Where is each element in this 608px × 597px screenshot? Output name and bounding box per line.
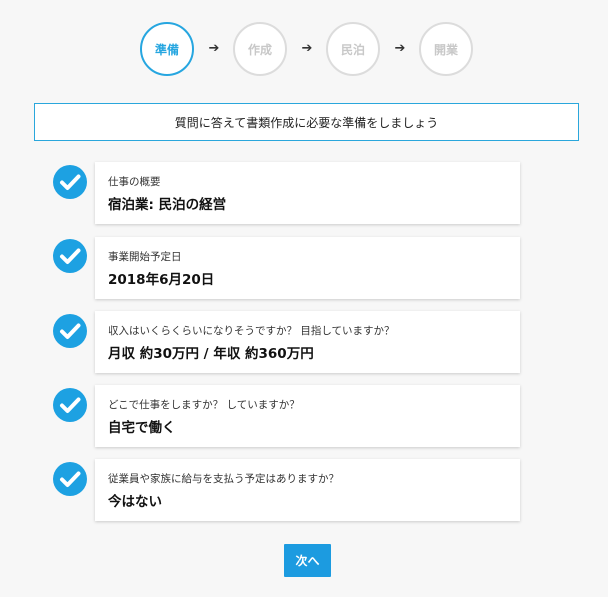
answer-card[interactable]: 仕事の概要 宿泊業: 民泊の経営 (95, 162, 520, 224)
question-text: どこで仕事をしますか？ していますか？ (108, 399, 300, 411)
arrow-right-icon: ➔ (394, 41, 406, 56)
check-circle-icon (53, 239, 87, 273)
check-circle-icon (53, 388, 87, 422)
answer-card[interactable]: 従業員や家族に給与を支払う予定はありますか？ 今はない (95, 459, 520, 521)
question-text: 従業員や家族に給与を支払う予定はありますか？ (108, 473, 339, 485)
instruction-banner: 質問に答えて書類作成に必要な準備をしましょう (34, 103, 579, 141)
answer-text: 宿泊業: 民泊の経営 (108, 197, 227, 213)
step-create: 作成 (233, 22, 287, 76)
question-text: 事業開始予定日 (108, 251, 182, 263)
step-label: 開業 (433, 42, 458, 57)
answer-row: 従業員や家族に給与を支払う予定はありますか？ 今はない (0, 459, 608, 523)
next-button[interactable]: 次へ (284, 544, 331, 577)
question-text: 仕事の概要 (108, 176, 161, 188)
step-minpaku: 民泊 (326, 22, 380, 76)
answer-text: 2018年6月20日 (108, 272, 215, 288)
step-label: 準備 (154, 42, 179, 57)
step-open: 開業 (419, 22, 473, 76)
answer-row: 事業開始予定日 2018年6月20日 (0, 237, 608, 301)
progress-stepper: 準備 ➔ 作成 ➔ 民泊 ➔ 開業 (0, 22, 608, 80)
question-text: 収入はいくらくらいになりそうですか？ 目指していますか？ (108, 325, 395, 337)
check-circle-icon (53, 314, 87, 348)
step-prepare: 準備 (140, 22, 194, 76)
answer-row: 収入はいくらくらいになりそうですか？ 目指していますか？ 月収 約30万円 / … (0, 311, 608, 375)
instruction-text: 質問に答えて書類作成に必要な準備をしましょう (174, 115, 439, 130)
answer-row: 仕事の概要 宿泊業: 民泊の経営 (0, 162, 608, 226)
answer-card[interactable]: 事業開始予定日 2018年6月20日 (95, 237, 520, 299)
answer-row: どこで仕事をしますか？ していますか？ 自宅で働く (0, 385, 608, 449)
answer-card[interactable]: 収入はいくらくらいになりそうですか？ 目指していますか？ 月収 約30万円 / … (95, 311, 520, 373)
answer-text: 月収 約30万円 / 年収 約360万円 (108, 346, 314, 362)
step-label: 民泊 (340, 42, 365, 57)
arrow-right-icon: ➔ (208, 41, 220, 56)
answer-text: 今はない (108, 494, 162, 510)
arrow-right-icon: ➔ (301, 41, 313, 56)
check-circle-icon (53, 462, 87, 496)
answer-text: 自宅で働く (108, 420, 176, 436)
answer-card[interactable]: どこで仕事をしますか？ していますか？ 自宅で働く (95, 385, 520, 447)
check-circle-icon (53, 165, 87, 199)
step-label: 作成 (247, 42, 272, 57)
